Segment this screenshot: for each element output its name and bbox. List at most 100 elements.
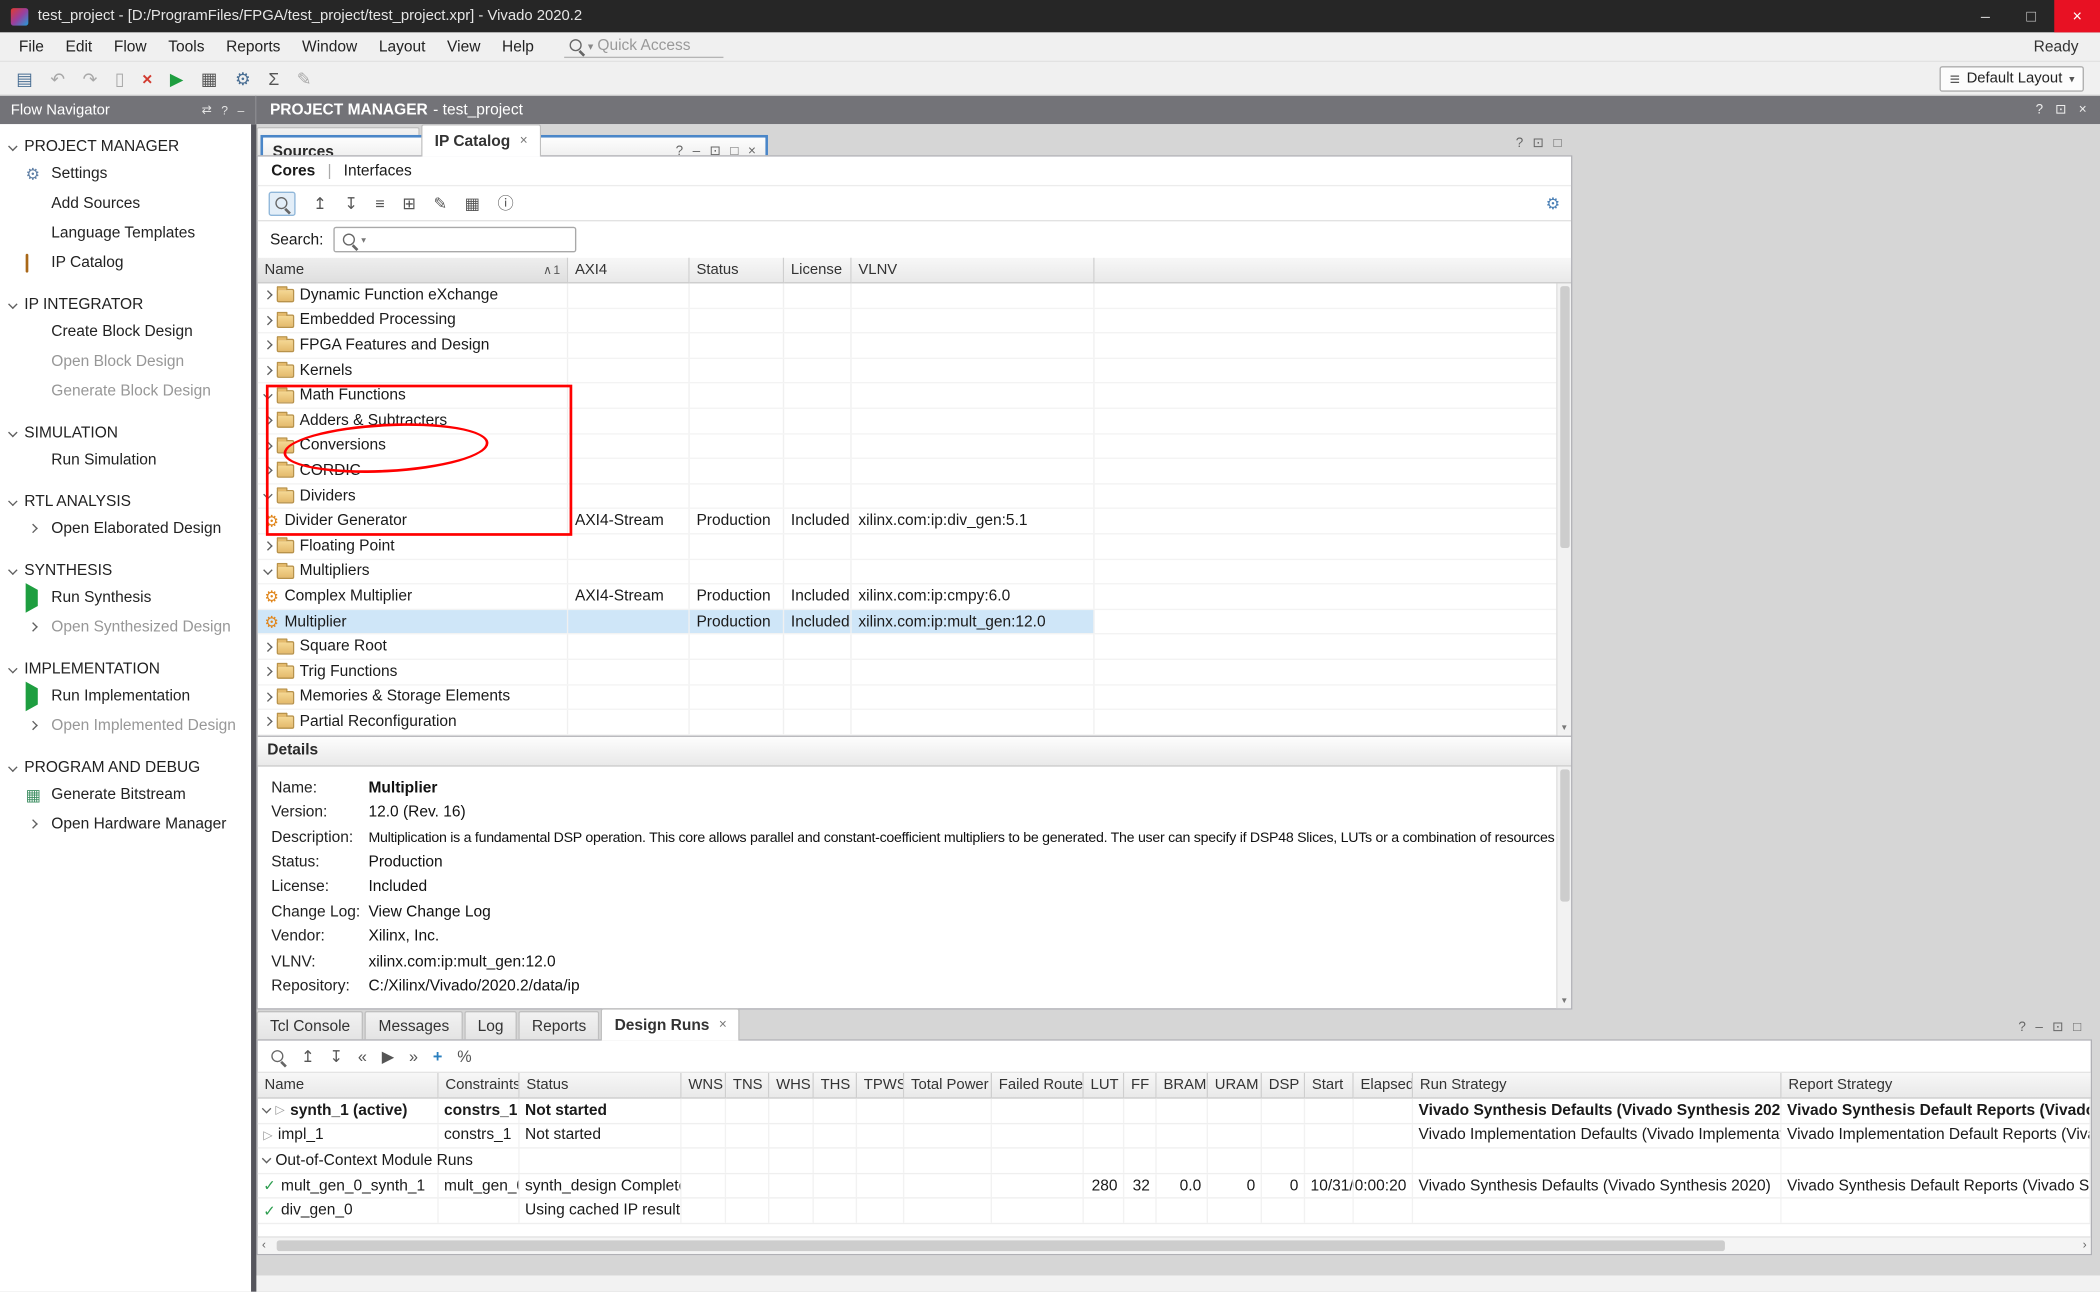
chevron-right-icon[interactable]	[263, 692, 273, 702]
settings-gear-icon[interactable]: ⚙	[235, 70, 251, 88]
redo-icon[interactable]: ↷	[83, 70, 98, 88]
chevron-down-icon[interactable]	[263, 490, 273, 500]
tab-messages[interactable]: Messages	[365, 1011, 463, 1041]
catalog-row[interactable]: Conversions	[258, 434, 1571, 459]
menu-flow[interactable]: Flow	[103, 38, 157, 54]
scroll-down-icon[interactable]: ▼	[1558, 995, 1571, 1008]
horizontal-scrollbar[interactable]: ‹ ›	[258, 1236, 2091, 1254]
column-failed-routes[interactable]: Failed Routes	[992, 1073, 1084, 1099]
chevron-right-icon[interactable]	[263, 341, 273, 351]
scrollbar-thumb[interactable]	[277, 1240, 1725, 1251]
catalog-row-multiplier-selected[interactable]: ⚙Multiplier Production Included xilinx.c…	[258, 610, 1571, 635]
run-row-mult-gen-synth[interactable]: ✓mult_gen_0_synth_1 mult_gen_0 synth_des…	[258, 1174, 2091, 1199]
menu-edit[interactable]: Edit	[55, 38, 103, 54]
collapse-all-icon[interactable]: ↥	[301, 1047, 315, 1066]
catalog-row-complex-multiplier[interactable]: ⚙Complex Multiplier AXI4-Stream Producti…	[258, 585, 1571, 610]
column-vlnv[interactable]: VLNV	[852, 258, 1095, 284]
subtab-interfaces[interactable]: Interfaces	[344, 163, 412, 179]
scroll-left-icon[interactable]: ‹	[262, 1238, 266, 1251]
run-row-div-gen[interactable]: ✓div_gen_0 Using cached IP results	[258, 1199, 2091, 1224]
vertical-scrollbar[interactable]: ▼	[1556, 283, 1571, 735]
chevron-right-icon[interactable]	[263, 717, 273, 727]
copy-icon[interactable]: ▯	[115, 70, 125, 88]
column-bram[interactable]: BRAM	[1157, 1073, 1208, 1099]
sidebar-item-open-synthesized-design[interactable]: Open Synthesized Design	[0, 613, 251, 643]
vertical-scrollbar[interactable]: ▼	[1556, 766, 1571, 1008]
tab-ip-catalog[interactable]: IP Catalog ×	[421, 124, 541, 156]
catalog-row-multipliers[interactable]: Multipliers	[258, 559, 1571, 584]
sidebar-item-generate-bitstream[interactable]: ▦ Generate Bitstream	[0, 780, 251, 810]
section-rtl-analysis[interactable]: RTL ANALYSIS	[0, 490, 251, 514]
menu-file[interactable]: File	[8, 38, 55, 54]
run-row-impl-1[interactable]: ▷impl_1 constrs_1 Not started Vivado Imp…	[258, 1124, 2091, 1149]
flat-view-icon[interactable]: ≡	[375, 194, 384, 213]
column-tpws[interactable]: TPWS	[857, 1073, 904, 1099]
section-implementation[interactable]: IMPLEMENTATION	[0, 657, 251, 681]
section-synthesis[interactable]: SYNTHESIS	[0, 559, 251, 583]
section-ip-integrator[interactable]: IP INTEGRATOR	[0, 293, 251, 317]
sidebar-item-open-hardware-manager[interactable]: Open Hardware Manager	[0, 810, 251, 840]
close-icon[interactable]: ×	[719, 1018, 727, 1033]
create-run-icon[interactable]: +	[433, 1047, 442, 1066]
column-status[interactable]: Status	[690, 258, 784, 284]
scrollbar-thumb[interactable]	[1560, 286, 1569, 548]
sidebar-item-run-synthesis[interactable]: Run Synthesis	[0, 583, 251, 613]
catalog-row-math-functions[interactable]: Math Functions	[258, 384, 1571, 409]
run-icon[interactable]: ▶	[382, 1047, 394, 1066]
undo-icon[interactable]: ↶	[50, 70, 65, 88]
layout-selector[interactable]: ≡ Default Layout ▾	[1940, 65, 2084, 91]
menu-layout[interactable]: Layout	[368, 38, 436, 54]
chevron-right-icon[interactable]	[263, 416, 273, 426]
tab-log[interactable]: Log	[464, 1011, 517, 1041]
chevron-down-icon[interactable]	[262, 1104, 272, 1114]
menu-help[interactable]: Help	[491, 38, 545, 54]
step-back-icon[interactable]: «	[358, 1047, 367, 1066]
reports-icon[interactable]: ▦	[201, 70, 218, 88]
search-input[interactable]: ▾	[333, 227, 576, 253]
quick-access-search[interactable]: ▾ Quick Access	[564, 35, 723, 58]
column-name[interactable]: Name ∧ 1	[258, 258, 568, 284]
column-start[interactable]: Start	[1305, 1073, 1354, 1099]
scrollbar-thumb[interactable]	[1560, 769, 1569, 902]
subtab-cores[interactable]: Cores	[271, 163, 315, 179]
repository-icon[interactable]: ▦	[465, 194, 480, 213]
column-elapsed[interactable]: Elapsed	[1354, 1073, 1413, 1099]
catalog-row[interactable]: Floating Point	[258, 534, 1571, 559]
catalog-row[interactable]: Adders & Subtracters	[258, 409, 1571, 434]
sidebar-item-settings[interactable]: ⚙ Settings	[0, 159, 251, 189]
run-row-ooc-group[interactable]: Out-of-Context Module Runs	[258, 1149, 2091, 1174]
float-icon[interactable]: ⊡	[2052, 1020, 2063, 1035]
chevron-right-icon[interactable]	[263, 441, 273, 451]
help-icon[interactable]: ?	[221, 103, 228, 116]
sidebar-item-create-block-design[interactable]: Create Block Design	[0, 317, 251, 347]
run-row-synth-1[interactable]: ▷synth_1 (active) constrs_1 Not started …	[258, 1099, 2091, 1124]
column-whs[interactable]: WHS	[769, 1073, 814, 1099]
column-ths[interactable]: THS	[814, 1073, 857, 1099]
expand-all-icon[interactable]: ↧	[329, 1047, 343, 1066]
catalog-row[interactable]: Embedded Processing	[258, 309, 1571, 334]
menu-reports[interactable]: Reports	[215, 38, 291, 54]
column-report-strategy[interactable]: Report Strategy	[1782, 1073, 2091, 1099]
sidebar-item-add-sources[interactable]: Add Sources	[0, 189, 251, 219]
scroll-right-icon[interactable]: ›	[2083, 1238, 2087, 1251]
float-icon[interactable]: ⊡	[2055, 103, 2066, 118]
tab-design-runs[interactable]: Design Runs ×	[601, 1008, 740, 1040]
help-icon[interactable]: ?	[1516, 136, 1524, 151]
minimize-icon[interactable]: –	[2035, 1020, 2043, 1035]
catalog-row-divider-generator[interactable]: ⚙Divider Generator AXI4-Stream Productio…	[258, 509, 1571, 534]
catalog-row[interactable]: Dynamic Function eXchange	[258, 283, 1571, 308]
close-icon[interactable]: ×	[520, 134, 528, 149]
minimize-button[interactable]: –	[1962, 0, 2008, 32]
column-ff[interactable]: FF	[1124, 1073, 1156, 1099]
sidebar-item-open-block-design[interactable]: Open Block Design	[0, 347, 251, 377]
column-constraints[interactable]: Constraints	[439, 1073, 520, 1099]
sidebar-item-ip-catalog[interactable]: IP Catalog	[0, 248, 251, 278]
column-lut[interactable]: LUT	[1084, 1073, 1124, 1099]
column-axi4[interactable]: AXI4	[568, 258, 689, 284]
section-program-and-debug[interactable]: PROGRAM AND DEBUG	[0, 756, 251, 780]
maximize-icon[interactable]: □	[1553, 136, 1561, 151]
chevron-down-icon[interactable]	[262, 1155, 272, 1165]
column-run-strategy[interactable]: Run Strategy	[1413, 1073, 1781, 1099]
tab-reports[interactable]: Reports	[518, 1011, 599, 1041]
column-total-power[interactable]: Total Power	[904, 1073, 992, 1099]
